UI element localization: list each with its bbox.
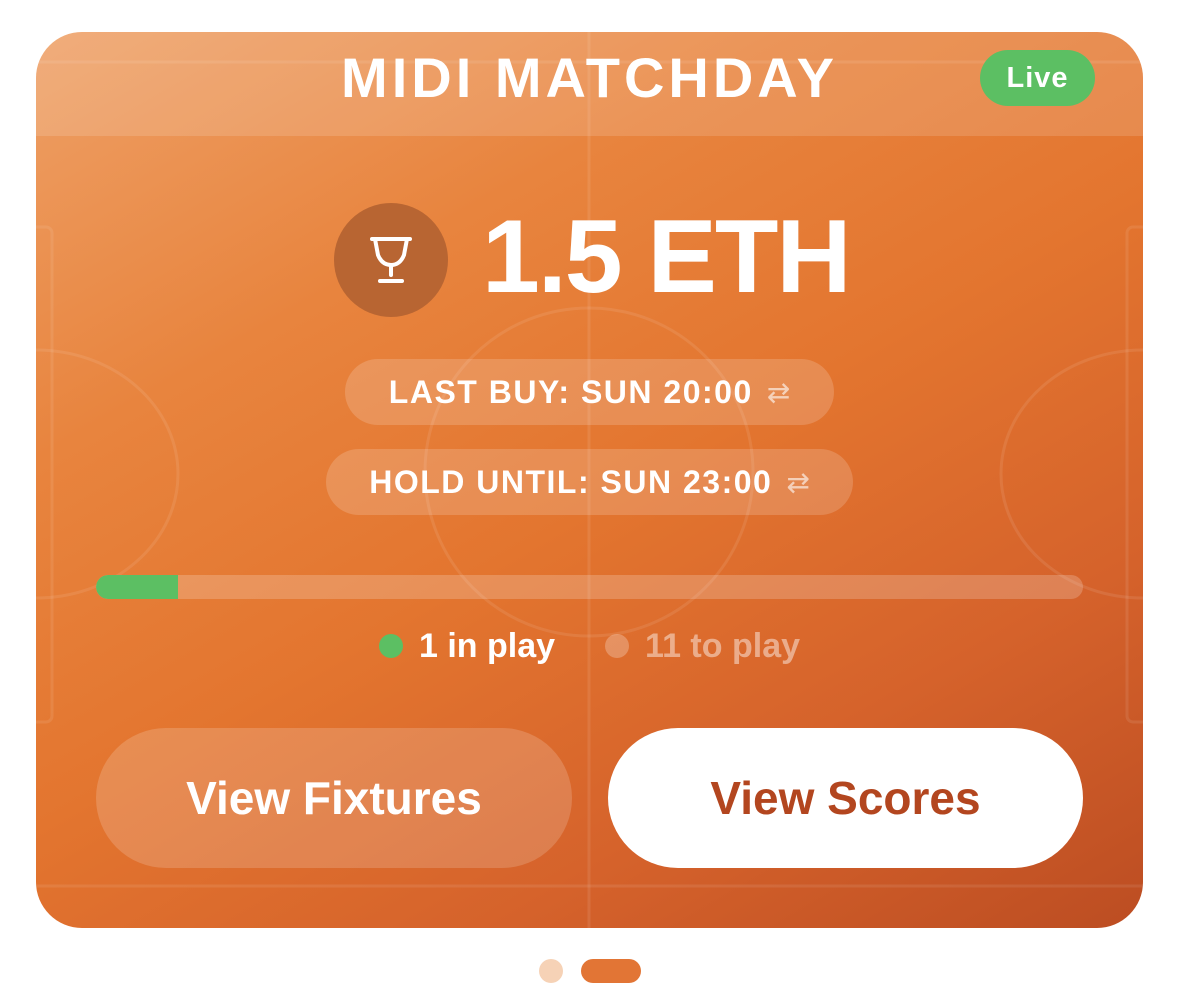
play-legend: 1 in play 11 to play <box>36 624 1143 668</box>
view-fixtures-button[interactable]: View Fixtures <box>96 728 572 868</box>
trophy-icon <box>334 203 448 317</box>
progress-fill <box>96 575 178 599</box>
progress-bar <box>96 575 1083 599</box>
to-play-dot-icon <box>605 634 630 658</box>
in-play-dot-icon <box>378 634 403 658</box>
in-play-label: 1 in play <box>418 626 556 665</box>
pager-dot-active[interactable] <box>580 959 641 983</box>
trophy-icon-glyph <box>370 237 412 283</box>
hold-until-pill[interactable]: HOLD UNTIL: SUN 23:00 ⇄ <box>326 449 853 515</box>
last-buy-pill[interactable]: LAST BUY: SUN 20:00 ⇄ <box>345 359 834 425</box>
matchday-card: MIDI MATCHDAY Live 1.5 ETH LAST BUY: SUN… <box>36 32 1143 928</box>
hold-until-label: HOLD UNTIL: SUN 23:00 <box>369 463 773 500</box>
pager-dot[interactable] <box>538 959 563 983</box>
page: MIDI MATCHDAY Live 1.5 ETH LAST BUY: SUN… <box>0 0 1179 1006</box>
swap-icon: ⇄ <box>766 376 791 408</box>
card-title: MIDI MATCHDAY <box>341 46 838 109</box>
swap-icon: ⇄ <box>786 466 810 498</box>
legend-in-play: 1 in play <box>378 626 556 666</box>
page-indicator <box>0 958 1179 984</box>
live-status-badge: Live <box>980 50 1095 106</box>
to-play-label: 11 to play <box>645 626 801 665</box>
prize-amount: 1.5 ETH <box>482 199 851 315</box>
legend-to-play: 11 to play <box>605 627 800 666</box>
last-buy-label: LAST BUY: SUN 20:00 <box>388 373 753 410</box>
view-scores-button[interactable]: View Scores <box>608 728 1083 868</box>
